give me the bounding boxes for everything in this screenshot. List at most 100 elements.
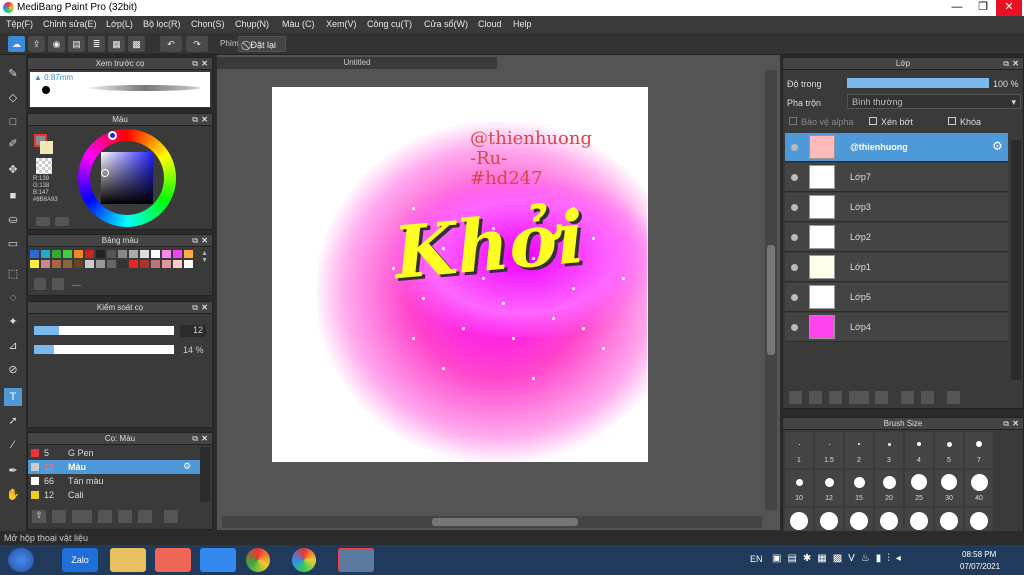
- magic-wand-icon[interactable]: ✦: [4, 313, 22, 331]
- select-eraser-icon[interactable]: ⊘: [4, 361, 22, 379]
- brush-item[interactable]: 12 Cali: [28, 488, 209, 502]
- menu-layer[interactable]: Lớp(L): [106, 19, 133, 29]
- palette-swatch[interactable]: [52, 260, 61, 268]
- brush-size-cell[interactable]: 3: [875, 432, 903, 468]
- brush-tool-icon[interactable]: ✎: [4, 65, 22, 83]
- select-pen-icon[interactable]: ⊿: [4, 337, 22, 355]
- layer-row[interactable]: Lớp4: [785, 313, 1008, 342]
- menu-file[interactable]: Tệp(F): [6, 19, 33, 29]
- gradient-tool-icon[interactable]: ▭: [4, 235, 22, 253]
- new-layer-8bit-icon[interactable]: [809, 391, 822, 404]
- menu-filter[interactable]: Bộ lọc(R): [143, 19, 181, 29]
- brush-size-cell[interactable]: [965, 508, 993, 532]
- brush-size-cell[interactable]: [845, 508, 873, 532]
- brush-size-cell[interactable]: 4: [905, 432, 933, 468]
- share-icon[interactable]: ⇪: [28, 36, 45, 52]
- zalo-icon[interactable]: Zalo: [62, 548, 98, 572]
- vertical-scrollbar[interactable]: [765, 70, 777, 510]
- bucket-tool-icon[interactable]: ⛀: [4, 211, 22, 229]
- reset-button[interactable]: ⃠ Đặt lại: [238, 36, 286, 52]
- duplicate-icon[interactable]: [138, 510, 152, 523]
- palette-swatch[interactable]: [85, 260, 94, 268]
- brush-size-cell[interactable]: [785, 508, 813, 532]
- chrome-icon[interactable]: [246, 548, 270, 572]
- brush-upload-icon[interactable]: ⇧: [32, 510, 46, 523]
- menu-view[interactable]: Xem(V): [326, 19, 357, 29]
- eye-icon[interactable]: [791, 294, 798, 301]
- layer-row[interactable]: Lớp2: [785, 223, 1008, 252]
- palette-swatch[interactable]: [162, 260, 171, 268]
- expand-icon[interactable]: ⧉: [192, 235, 198, 247]
- palette-swatch[interactable]: [173, 260, 182, 268]
- layer-row[interactable]: Lớp7: [785, 163, 1008, 192]
- palette-swatch[interactable]: [74, 250, 83, 258]
- operation-tool-icon[interactable]: ➚: [4, 412, 22, 430]
- brush-size-cell[interactable]: [905, 508, 933, 532]
- color-handle[interactable]: [101, 169, 109, 177]
- expand-icon[interactable]: ⧉: [192, 433, 198, 445]
- paint-app-icon[interactable]: [338, 548, 374, 572]
- select-rect-icon[interactable]: ⬚: [4, 265, 22, 283]
- gear-icon[interactable]: ⚙: [992, 139, 1003, 153]
- close-icon[interactable]: ✕: [201, 58, 208, 70]
- palette-swatch[interactable]: [184, 250, 193, 258]
- menu-edit[interactable]: Chỉnh sửa(E): [43, 19, 97, 29]
- windows-start-icon[interactable]: [8, 548, 34, 572]
- medibang-taskbar-icon[interactable]: [292, 548, 316, 572]
- duplicate-layer-icon[interactable]: [901, 391, 914, 404]
- palette-swatch[interactable]: [74, 260, 83, 268]
- lasso-icon[interactable]: ◌: [4, 289, 22, 307]
- new-brush-icon[interactable]: [52, 510, 66, 523]
- palette-swatch[interactable]: [30, 260, 39, 268]
- expand-icon[interactable]: ⧉: [1003, 418, 1009, 430]
- palette-swatch[interactable]: [173, 250, 182, 258]
- add-brush-dropdown-icon[interactable]: [72, 510, 92, 523]
- layer-row[interactable]: Lớp3: [785, 193, 1008, 222]
- palette-swatch[interactable]: [129, 260, 138, 268]
- hue-handle[interactable]: [108, 131, 117, 140]
- document-tab[interactable]: Untitled: [217, 57, 497, 69]
- gear-icon[interactable]: ⚙: [183, 461, 191, 472]
- media-player-icon[interactable]: [155, 548, 191, 572]
- shape-fill-icon[interactable]: ■: [4, 187, 22, 205]
- maximize-button[interactable]: ❐: [970, 0, 996, 16]
- brush-size-value[interactable]: 12: [180, 325, 206, 337]
- layer-row[interactable]: Lớp1: [785, 253, 1008, 282]
- brush-size-cell[interactable]: 5: [935, 432, 963, 468]
- secondary-color-swatch[interactable]: [40, 141, 53, 154]
- brush-size-cell[interactable]: 10: [785, 470, 813, 506]
- close-icon[interactable]: ✕: [1012, 58, 1019, 70]
- layer-row[interactable]: Lớp5: [785, 283, 1008, 312]
- horizontal-scroll-thumb[interactable]: [432, 518, 578, 526]
- close-icon[interactable]: ✕: [201, 302, 208, 314]
- close-icon[interactable]: ✕: [1012, 418, 1019, 430]
- lock-checkbox[interactable]: [948, 117, 956, 125]
- brush-item[interactable]: 66 Tán màu: [28, 474, 209, 488]
- close-button[interactable]: ✕: [996, 0, 1022, 16]
- menu-help[interactable]: Help: [513, 19, 532, 29]
- palette-swatch[interactable]: [107, 250, 116, 258]
- tray-icons[interactable]: ▣▤✱▦▩V♨▮⫶◂: [772, 553, 907, 564]
- brush-size-cell[interactable]: 1.5: [815, 432, 843, 468]
- eraser-tool-icon[interactable]: ◇: [4, 89, 22, 107]
- pen-icon[interactable]: ✒: [4, 462, 22, 480]
- eyedropper-icon[interactable]: ⁄: [4, 436, 22, 454]
- brush-size-cell[interactable]: [815, 508, 843, 532]
- close-icon[interactable]: ✕: [201, 235, 208, 247]
- language-indicator[interactable]: EN: [750, 554, 763, 564]
- expand-icon[interactable]: ⧉: [192, 114, 198, 126]
- palette-swatch[interactable]: [129, 250, 138, 258]
- palette-swatch[interactable]: [140, 250, 149, 258]
- brush-size-cell[interactable]: 40: [965, 470, 993, 506]
- expand-icon[interactable]: ⧉: [192, 58, 198, 70]
- palette-scroll-icon[interactable]: ▲ ▼: [201, 250, 208, 264]
- trash-icon[interactable]: [947, 391, 960, 404]
- rectangle-tool-icon[interactable]: □: [4, 113, 22, 131]
- vertical-scroll-thumb[interactable]: [767, 245, 775, 355]
- grid-settings-icon[interactable]: ▦: [108, 36, 125, 52]
- folder-icon[interactable]: [875, 391, 888, 404]
- drawing-canvas[interactable]: @thienhuong -Ru- #hd247 Khởi: [272, 87, 648, 462]
- brush-item[interactable]: 5 G Pen: [28, 446, 209, 460]
- palette-swatch[interactable]: [30, 250, 39, 258]
- menu-cloud[interactable]: Cloud: [478, 19, 502, 29]
